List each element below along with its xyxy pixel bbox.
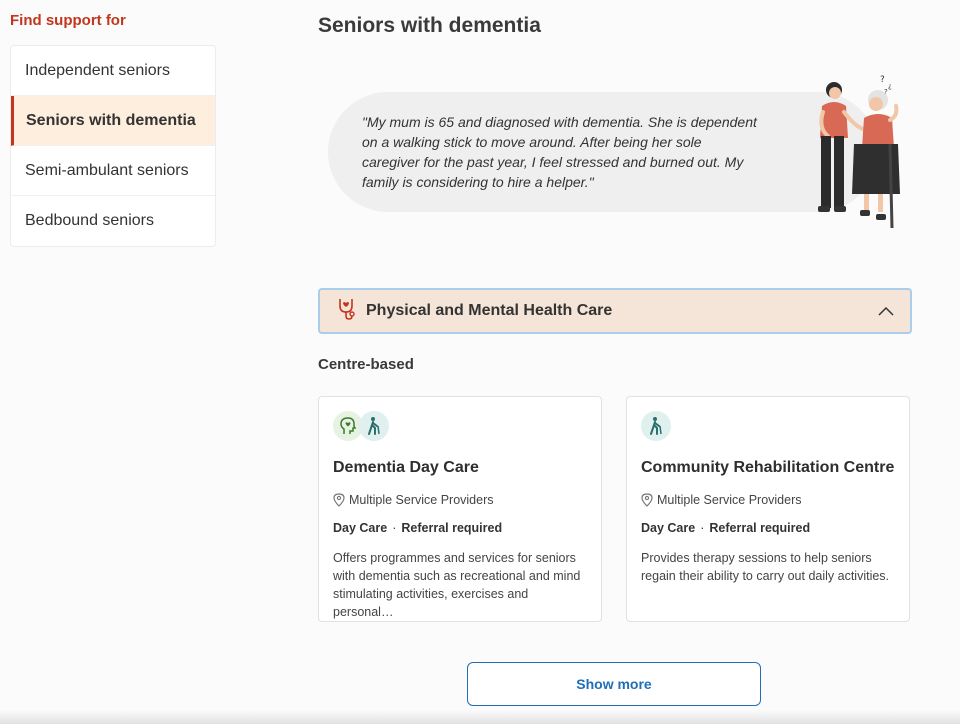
provider-text: Multiple Service Providers <box>657 493 802 507</box>
quote-bubble: "My mum is 65 and diagnosed with dementi… <box>328 92 878 212</box>
svg-text:?: ? <box>880 75 885 85</box>
card-provider: Multiple Service Providers <box>333 493 587 507</box>
tag-separator: · <box>700 521 705 535</box>
service-card-dementia-day-care[interactable]: Dementia Day Care Multiple Service Provi… <box>318 396 602 622</box>
sidebar-title: Find support for <box>10 12 126 29</box>
tag-referral: Referral required <box>401 521 503 535</box>
stethoscope-heart-icon <box>334 297 358 326</box>
card-icons <box>333 411 587 445</box>
service-card-community-rehabilitation-centre[interactable]: Community Rehabilitation Centre Multiple… <box>626 396 910 622</box>
card-icons <box>641 411 895 445</box>
card-title: Community Rehabilitation Centre <box>641 459 895 476</box>
caregiver-illustration: ? ¿ ? <box>818 75 900 229</box>
bottom-fade <box>0 710 960 724</box>
tag-referral: Referral required <box>709 521 811 535</box>
tag-day-care: Day Care <box>333 521 388 535</box>
sidebar-item-semi-ambulant-seniors[interactable]: Semi-ambulant seniors <box>11 146 215 196</box>
card-tags: Day Care · Referral required <box>641 521 895 535</box>
sidebar-item-independent-seniors[interactable]: Independent seniors <box>11 46 215 96</box>
card-description: Offers programmes and services for senio… <box>333 551 581 619</box>
card-title: Dementia Day Care <box>333 459 479 476</box>
location-pin-icon <box>641 493 653 507</box>
page-title: Seniors with dementia <box>318 14 541 37</box>
walking-stick-icon <box>359 411 389 441</box>
sidebar-nav: Independent seniors Seniors with dementi… <box>10 45 216 247</box>
svg-text:¿: ¿ <box>888 82 892 90</box>
location-pin-icon <box>333 493 345 507</box>
sidebar-item-bedbound-seniors[interactable]: Bedbound seniors <box>11 196 215 246</box>
show-more-button[interactable]: Show more <box>467 662 761 706</box>
sidebar: Find support for Independent seniors Sen… <box>10 12 216 247</box>
quote-text: "My mum is 65 and diagnosed with dementi… <box>362 114 757 190</box>
provider-text: Multiple Service Providers <box>349 493 494 507</box>
tag-separator: · <box>392 521 397 535</box>
chevron-up-icon[interactable] <box>878 304 894 322</box>
section-label-centre-based: Centre-based <box>318 356 414 373</box>
card-description: Provides therapy sessions to help senior… <box>641 551 890 583</box>
walking-stick-icon <box>641 411 671 441</box>
accordion-title: Physical and Mental Health Care <box>366 302 613 319</box>
card-tags: Day Care · Referral required <box>333 521 587 535</box>
accordion-physical-mental-health[interactable]: Physical and Mental Health Care <box>318 288 912 334</box>
sidebar-item-seniors-with-dementia[interactable]: Seniors with dementia <box>11 96 215 146</box>
card-provider: Multiple Service Providers <box>641 493 895 507</box>
tag-day-care: Day Care <box>641 521 696 535</box>
